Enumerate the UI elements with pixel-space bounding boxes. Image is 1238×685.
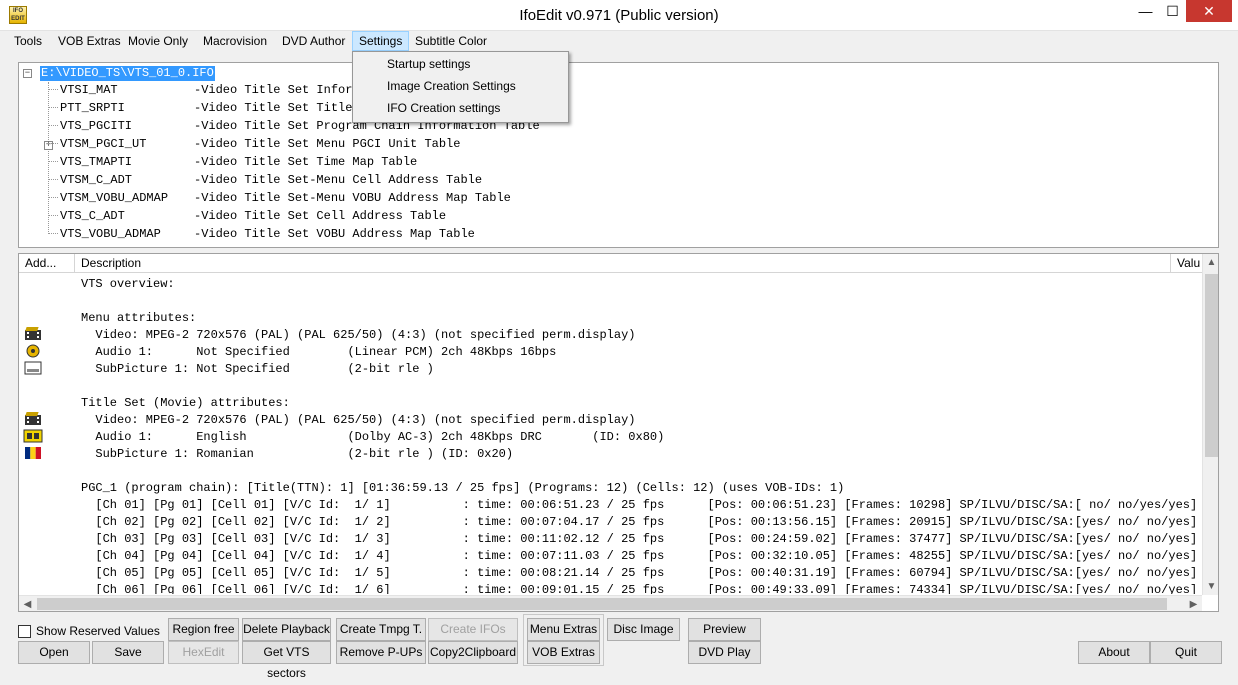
tree-node-vtsm-vobu-admap[interactable]: VTSM_VOBU_ADMAP -Video Title Set-Menu VOB… (48, 189, 511, 207)
tree-node-desc: -Video Title Set Title (194, 101, 353, 115)
menu-extras-button[interactable]: Menu Extras (527, 618, 600, 641)
menu-vob-extras[interactable]: VOB Extras (52, 31, 127, 51)
save-button[interactable]: Save (92, 641, 164, 664)
tree-node-vtsm-pgci-ut[interactable]: VTSM_PGCI_UT -Video Title Set Menu PGCI U… (48, 135, 460, 153)
region-free-button[interactable]: Region free (168, 618, 239, 641)
minimize-button[interactable]: — (1132, 0, 1159, 22)
scroll-left-icon[interactable]: ◀ (19, 596, 36, 611)
tree-node-code: VTS_C_ADT (60, 209, 125, 223)
close-button[interactable]: ✕ (1186, 0, 1232, 22)
tree-node-vtsm-c-adt[interactable]: VTSM_C_ADT -Video Title Set-Menu Cell Add… (48, 171, 482, 189)
menu-bar: Tools VOB Extras Movie Only Macrovision … (8, 31, 1230, 51)
dolby-audio-icon (23, 429, 43, 443)
list-header: Add... Description Valu (19, 254, 1218, 273)
romanian-flag-icon (25, 447, 41, 459)
ifo-tree-view[interactable]: − E:\VIDEO_TS\VTS_01_0.IFO VTSI_MAT -Vide… (18, 62, 1219, 248)
tree-node-vts-vobu-admap[interactable]: VTS_VOBU_ADMAP -Video Title Set VOBU Addr… (48, 225, 475, 243)
detail-line: SubPicture 1: Not Specified (2-bit rle ) (81, 362, 434, 376)
list-body: VTS overview: Menu attributes: Video: MP… (19, 274, 1201, 594)
copy2clipboard-button[interactable]: Copy2Clipboard (428, 641, 518, 664)
detail-line: Video: MPEG-2 720x576 (PAL) (PAL 625/50)… (81, 413, 636, 427)
tree-node-vts-c-adt[interactable]: VTS_C_ADT -Video Title Set Cell Address T… (48, 207, 446, 225)
detail-line: PGC_1 (program chain): [Title(TTN): 1] [… (81, 481, 845, 495)
chapter-row[interactable]: [Ch 05] [Pg 05] [Cell 05] [V/C Id: 1/ 5]… (81, 565, 1197, 582)
vertical-scroll-thumb[interactable] (1205, 274, 1218, 457)
checkbox-box[interactable] (18, 625, 31, 638)
open-button[interactable]: Open (18, 641, 90, 664)
collapse-icon[interactable]: − (23, 69, 32, 78)
maximize-button[interactable]: ☐ (1159, 0, 1186, 22)
checkbox-label: Show Reserved Values (36, 624, 160, 638)
quit-button[interactable]: Quit (1150, 641, 1222, 664)
detail-line: VTS overview: (81, 277, 175, 291)
tree-node-code: VTS_VOBU_ADMAP (60, 227, 161, 241)
detail-line: Audio 1: English (Dolby AC-3) 2ch 48Kbps… (81, 430, 665, 444)
tree-node-code: VTSM_PGCI_UT (60, 137, 147, 151)
column-header-address[interactable]: Add... (19, 254, 75, 273)
horizontal-scrollbar[interactable]: ◀ ▶ (19, 595, 1202, 611)
tree-node-code: PTT_SRPTI (60, 101, 125, 115)
vob-extras-button[interactable]: VOB Extras (527, 641, 600, 664)
scroll-down-icon[interactable]: ▼ (1203, 578, 1218, 595)
tree-node-code: VTSI_MAT (60, 83, 118, 97)
vertical-scrollbar[interactable]: ▲ ▼ (1202, 254, 1218, 595)
chapter-row[interactable]: [Ch 01] [Pg 01] [Cell 01] [V/C Id: 1/ 1]… (81, 497, 1197, 514)
tree-root-node[interactable]: E:\VIDEO_TS\VTS_01_0.IFO (40, 66, 215, 81)
tree-node-code: VTSM_VOBU_ADMAP (60, 191, 169, 205)
menu-tools[interactable]: Tools (8, 31, 48, 51)
tree-node-desc: -Video Title Set VOBU Address Map Table (194, 227, 475, 241)
tree-node-desc: -Video Title Set Cell Address Table (194, 209, 447, 223)
details-list-view[interactable]: Add... Description Valu VTS overview: Me… (18, 253, 1219, 612)
tree-node-code: VTS_TMAPTI (60, 155, 133, 169)
tree-node-desc: -Video Title Set Menu PGCI Unit Table (194, 137, 461, 151)
tree-node-code: VTS_PGCITI (60, 119, 133, 133)
get-vts-sectors-button[interactable]: Get VTS sectors (242, 641, 331, 680)
tree-node-desc: -Video Title Set Time Map Table (194, 155, 418, 169)
menu-settings[interactable]: Settings (352, 31, 410, 51)
tree-node-ptt-srpti[interactable]: PTT_SRPTI -Video Title Set Title (48, 99, 352, 117)
tree-node-desc: -Video Title Set-Menu VOBU Address Map T… (194, 191, 511, 205)
chapter-row[interactable]: [Ch 04] [Pg 04] [Cell 04] [V/C Id: 1/ 4]… (81, 548, 1197, 565)
disc-image-button[interactable]: Disc Image (607, 618, 680, 641)
detail-line: Audio 1: Not Specified (Linear PCM) 2ch … (81, 345, 557, 359)
chapter-row[interactable]: [Ch 02] [Pg 02] [Cell 02] [V/C Id: 1/ 2]… (81, 514, 1197, 531)
video-icon (25, 412, 41, 425)
menu-macrovision[interactable]: Macrovision (197, 31, 273, 51)
delete-playback-button[interactable]: Delete Playback (242, 618, 331, 641)
tree-node-vts-tmapti[interactable]: VTS_TMAPTI -Video Title Set Time Map Tabl… (48, 153, 417, 171)
create-ifos-button[interactable]: Create IFOs (428, 618, 518, 641)
horizontal-scroll-thumb[interactable] (37, 598, 1167, 610)
menu-subtitle-color[interactable]: Subtitle Color (409, 31, 493, 51)
detail-line: SubPicture 1: Romanian (2-bit rle ) (ID:… (81, 447, 514, 461)
detail-line: Video: MPEG-2 720x576 (PAL) (PAL 625/50)… (81, 328, 636, 342)
title-bar: IFO EDIT IfoEdit v0.971 (Public version)… (0, 0, 1238, 31)
chapter-row[interactable]: [Ch 06] [Pg 06] [Cell 06] [V/C Id: 1/ 6]… (81, 582, 1197, 594)
about-button[interactable]: About (1078, 641, 1150, 664)
settings-dropdown: Startup settings Image Creation Settings… (352, 51, 569, 123)
video-icon (25, 327, 41, 340)
menu-movie-only[interactable]: Movie Only (122, 31, 194, 51)
tree-node-desc: -Video Title Set-Menu Cell Address Table (194, 173, 483, 187)
tree-node-code: VTSM_C_ADT (60, 173, 133, 187)
menu-item-image-creation-settings[interactable]: Image Creation Settings (387, 75, 516, 97)
chapter-row[interactable]: [Ch 03] [Pg 03] [Cell 03] [V/C Id: 1/ 3]… (81, 531, 1197, 548)
menu-dvd-author[interactable]: DVD Author (276, 31, 351, 51)
preview-button[interactable]: Preview (688, 618, 761, 641)
subpicture-icon (24, 361, 42, 375)
menu-item-startup-settings[interactable]: Startup settings (387, 53, 470, 75)
create-tmpg-button[interactable]: Create Tmpg T. (336, 618, 426, 641)
scroll-right-icon[interactable]: ▶ (1185, 596, 1202, 611)
dvd-play-button[interactable]: DVD Play (688, 641, 761, 664)
detail-line: Title Set (Movie) attributes: (81, 396, 290, 410)
window-title: IfoEdit v0.971 (Public version) (519, 7, 719, 24)
detail-line: Menu attributes: (81, 311, 197, 325)
audio-icon (26, 344, 40, 358)
menu-item-ifo-creation-settings[interactable]: IFO Creation settings (387, 97, 500, 119)
scroll-up-icon[interactable]: ▲ (1203, 254, 1218, 271)
column-header-description[interactable]: Description (75, 254, 1171, 273)
remove-pups-button[interactable]: Remove P-UPs (336, 641, 426, 664)
hexedit-button[interactable]: HexEdit (168, 641, 239, 664)
